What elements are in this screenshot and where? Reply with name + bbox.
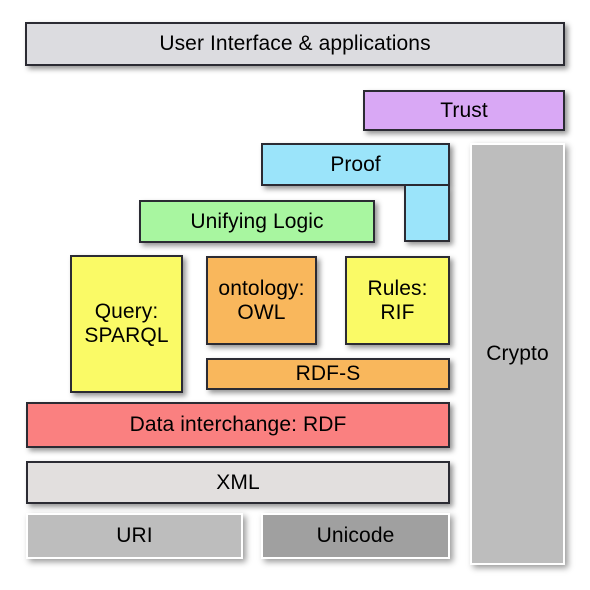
block-xml[interactable]: XML xyxy=(26,461,450,504)
block-label-proof: Proof xyxy=(330,152,381,176)
block-label-user-interface: User Interface & applications xyxy=(159,32,431,56)
block-unicode[interactable]: Unicode xyxy=(261,513,450,559)
block-query-sparql[interactable]: Query: SPARQL xyxy=(70,255,183,393)
block-unifying-logic[interactable]: Unifying Logic xyxy=(139,200,375,243)
semantic-web-stack-diagram: User Interface & applications Trust Proo… xyxy=(0,0,590,590)
block-crypto[interactable]: Crypto xyxy=(470,143,565,565)
block-trust[interactable]: Trust xyxy=(363,90,565,131)
block-ontology-owl[interactable]: ontology: OWL xyxy=(206,256,317,345)
block-label-unifying-logic: Unifying Logic xyxy=(190,209,324,233)
block-label-rdf-s: RDF-S xyxy=(295,362,361,386)
block-label-rules-rif: Rules: RIF xyxy=(367,276,428,324)
block-label-data-interchange-rdf: Data interchange: RDF xyxy=(129,413,347,437)
block-uri[interactable]: URI xyxy=(26,513,243,559)
block-label-query-sparql: Query: SPARQL xyxy=(84,300,169,347)
block-label-xml: XML xyxy=(216,470,260,494)
block-label-uri: URI xyxy=(116,524,153,548)
block-rdf-s[interactable]: RDF-S xyxy=(206,358,450,390)
block-user-interface[interactable]: User Interface & applications xyxy=(25,22,565,66)
block-rules-rif[interactable]: Rules: RIF xyxy=(345,256,450,345)
block-label-crypto: Crypto xyxy=(486,342,549,366)
block-label-unicode: Unicode xyxy=(316,524,395,548)
block-data-interchange-rdf[interactable]: Data interchange: RDF xyxy=(26,402,450,448)
block-label-ontology-owl: ontology: OWL xyxy=(218,276,305,324)
block-proof-bar: Proof xyxy=(261,143,450,186)
block-label-trust: Trust xyxy=(440,98,488,122)
block-proof-leg xyxy=(404,186,450,242)
